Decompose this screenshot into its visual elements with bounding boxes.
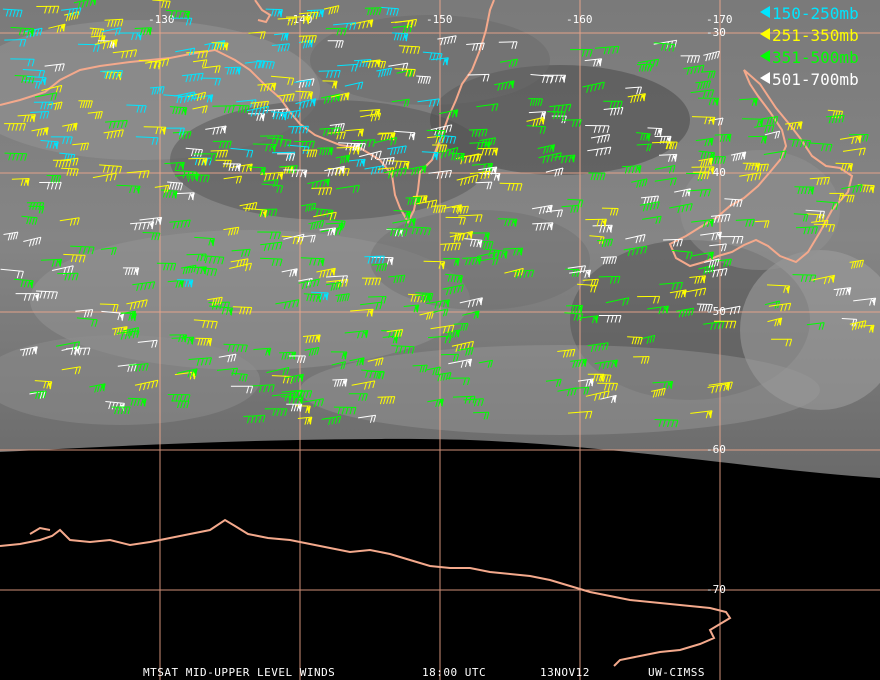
legend-label: 501-700mb [772,70,859,89]
lon-label: -130 [148,13,175,26]
legend-item-501-700: 501-700mb [760,70,859,89]
legend-item-251-350: 251-350mb [760,26,859,45]
legend-label: 251-350mb [772,26,859,45]
lat-label: -30 [706,26,726,39]
legend-label: 150-250mb [772,4,859,23]
wind-map: -130 -140 -150 -160 -170 -30 -40 -50 -60… [0,0,880,680]
source-label: UW-CIMSS [648,666,705,679]
legend-item-351-500: 351-500mb [760,48,859,67]
lat-label: -60 [706,443,726,456]
valid-time: 18:00 UTC [422,666,486,679]
product-name: MTSAT MID-UPPER LEVEL WINDS [143,666,335,679]
lon-label: -150 [426,13,453,26]
legend-item-150-250: 150-250mb [760,4,859,23]
lon-label: -160 [566,13,593,26]
caption-bar: MTSAT MID-UPPER LEVEL WINDS 18:00 UTC 13… [143,666,705,679]
lat-label: -70 [706,583,726,596]
map-canvas: -130 -140 -150 -160 -170 -30 -40 -50 -60… [0,0,880,680]
legend-label: 351-500mb [772,48,859,67]
valid-date: 13NOV12 [540,666,590,679]
lon-label: -170 [706,13,733,26]
